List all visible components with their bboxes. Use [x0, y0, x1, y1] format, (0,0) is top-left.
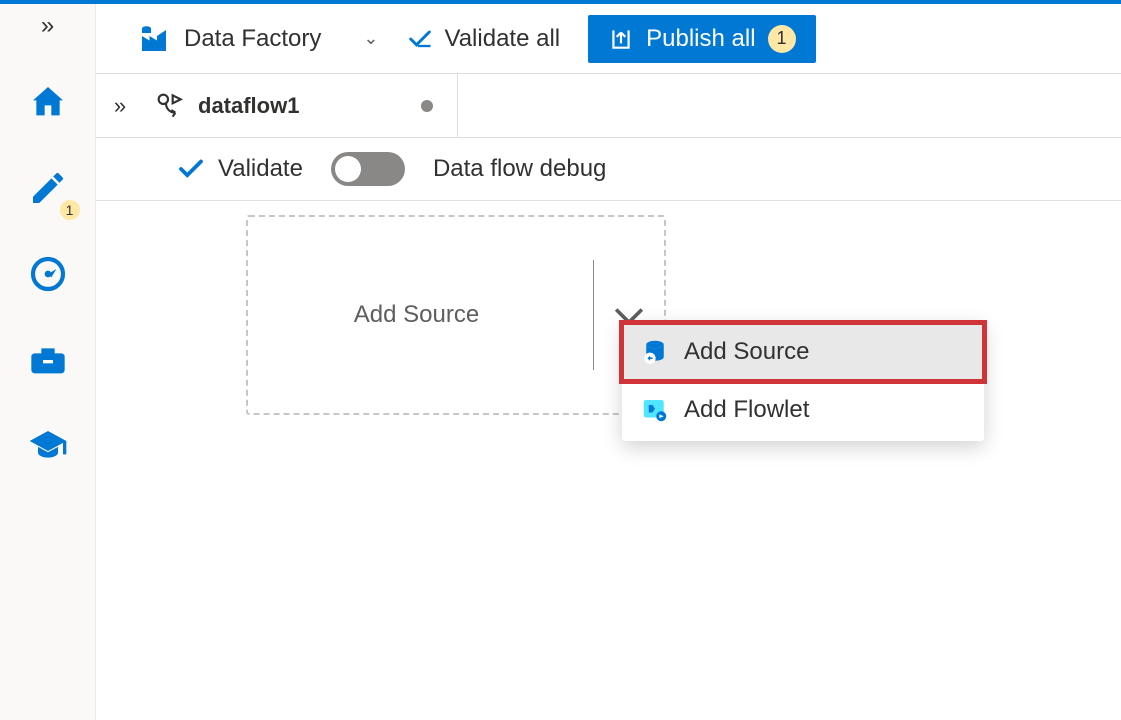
check-icon	[176, 154, 206, 184]
publish-all-button[interactable]: Publish all 1	[588, 15, 815, 63]
chevron-down-icon: ⌄	[363, 28, 378, 49]
publish-label: Publish all	[646, 25, 755, 53]
toggle-knob	[335, 156, 361, 182]
graduation-cap-icon	[28, 426, 68, 466]
toolbox-icon	[28, 340, 68, 380]
menu-add-source[interactable]: Add Source	[622, 323, 984, 381]
validate-button[interactable]: Validate	[176, 154, 303, 184]
tab-row: » dataflow1	[96, 74, 1121, 138]
validate-all-icon	[406, 25, 434, 53]
source-context-menu: Add Source Add Flowlet	[622, 321, 984, 441]
dataflow-canvas[interactable]: Add Source Add Source	[96, 201, 1121, 720]
validate-all-button[interactable]: Validate all	[406, 25, 560, 53]
home-icon	[28, 82, 68, 122]
add-source-placeholder-label: Add Source	[248, 301, 585, 329]
validate-label: Validate	[218, 155, 303, 183]
top-toolbar: Data Factory ⌄ Validate all Publish all …	[96, 4, 1121, 74]
menu-add-flowlet[interactable]: Add Flowlet	[622, 381, 984, 439]
menu-add-source-label: Add Source	[684, 338, 809, 366]
validate-all-label: Validate all	[444, 25, 560, 53]
tab-dataflow1[interactable]: dataflow1	[144, 74, 458, 137]
add-source-placeholder[interactable]: Add Source	[246, 215, 666, 415]
nav-home[interactable]	[18, 72, 78, 132]
tab-title: dataflow1	[198, 93, 299, 119]
gauge-icon	[28, 254, 68, 294]
debug-toggle[interactable]	[331, 152, 405, 186]
nav-monitor[interactable]	[18, 244, 78, 304]
main-area: Data Factory ⌄ Validate all Publish all …	[96, 4, 1121, 720]
brand-selector[interactable]: Data Factory ⌄	[136, 21, 378, 57]
debug-toggle-label: Data flow debug	[433, 155, 606, 183]
unsaved-dot-icon	[421, 100, 433, 112]
nav-manage[interactable]	[18, 330, 78, 390]
expand-nav-icon[interactable]: »	[41, 12, 54, 40]
nav-learn[interactable]	[18, 416, 78, 476]
nav-author[interactable]: 1	[18, 158, 78, 218]
author-badge: 1	[58, 198, 82, 222]
publish-badge: 1	[768, 25, 796, 53]
left-navigation: » 1	[0, 4, 96, 720]
data-factory-icon	[136, 21, 172, 57]
dataflow-icon	[154, 90, 186, 122]
flowlet-icon	[640, 395, 670, 425]
expand-panel-icon[interactable]: »	[96, 74, 144, 137]
dataflow-toolbar: Validate Data flow debug	[96, 138, 1121, 201]
publish-icon	[608, 26, 634, 52]
database-arrow-icon	[640, 337, 670, 367]
menu-add-flowlet-label: Add Flowlet	[684, 396, 809, 424]
brand-label: Data Factory	[184, 25, 321, 53]
